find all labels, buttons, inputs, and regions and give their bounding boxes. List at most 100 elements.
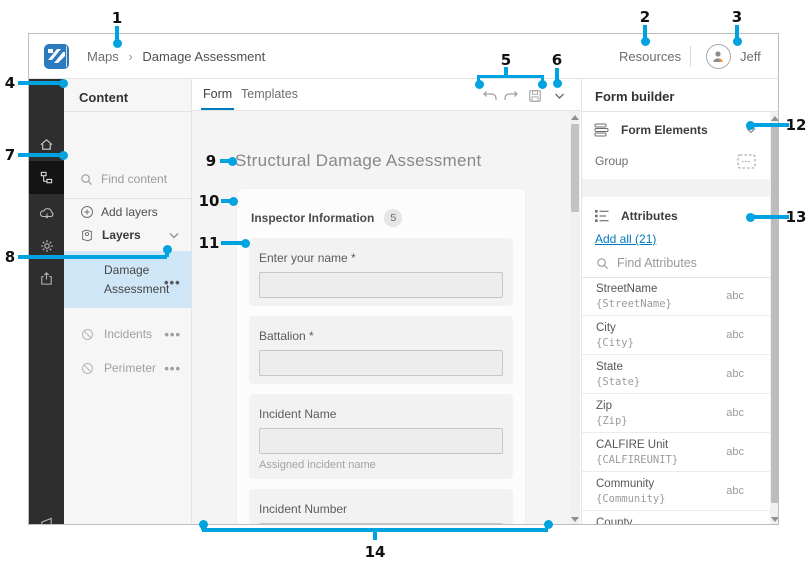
form-field-incident-name[interactable]: Incident Name Assigned incident name bbox=[249, 394, 513, 479]
form-elements-section-header[interactable]: Form Elements bbox=[582, 117, 770, 143]
find-content-placeholder: Find content bbox=[101, 172, 167, 186]
tab-templates[interactable]: Templates bbox=[241, 87, 298, 101]
group-title: Inspector Information bbox=[251, 211, 374, 225]
field-input[interactable] bbox=[259, 523, 503, 525]
callout-dot bbox=[59, 151, 68, 160]
resources-link[interactable]: Resources bbox=[619, 49, 681, 64]
layers-label: Layers bbox=[102, 228, 141, 242]
layers-section-header[interactable]: Layers bbox=[64, 221, 191, 249]
panel-scrollbar[interactable] bbox=[770, 112, 779, 525]
attribute-row[interactable]: StreetName{StreetName}abc bbox=[582, 277, 770, 316]
group-count-badge: 5 bbox=[384, 209, 402, 227]
find-attributes-search[interactable]: Find Attributes bbox=[582, 251, 770, 275]
callout-number-6: 6 bbox=[552, 51, 562, 69]
attribute-name: StreetName bbox=[596, 283, 657, 295]
scrollbar-thumb[interactable] bbox=[771, 125, 778, 503]
more-options-button[interactable] bbox=[550, 87, 568, 105]
scroll-up-arrow[interactable] bbox=[771, 116, 779, 121]
layer-row-perimeter[interactable]: Perimeter ••• bbox=[64, 355, 191, 381]
save-button[interactable] bbox=[526, 87, 544, 105]
scroll-down-arrow[interactable] bbox=[771, 517, 779, 522]
save-icon bbox=[528, 89, 542, 103]
callout-line bbox=[221, 241, 243, 245]
callout-number-13: 13 bbox=[786, 208, 807, 226]
breadcrumb-maps-link[interactable]: Maps bbox=[87, 49, 119, 64]
form-scrollbar[interactable] bbox=[570, 111, 580, 525]
app-window: Maps › Damage Assessment Resources Jeff bbox=[28, 33, 779, 525]
callout-line bbox=[752, 123, 789, 127]
layer-options-button[interactable]: ••• bbox=[164, 361, 181, 376]
attribute-row[interactable]: Zip{Zip}abc bbox=[582, 394, 770, 433]
layer-options-button[interactable]: ••• bbox=[164, 275, 181, 290]
attribute-row[interactable]: State{State}abc bbox=[582, 355, 770, 394]
megaphone-icon bbox=[39, 516, 54, 525]
field-label: Incident Name bbox=[259, 407, 503, 421]
callout-dot bbox=[733, 37, 742, 46]
attributes-section-header[interactable]: Attributes bbox=[582, 203, 770, 229]
add-layers-label: Add layers bbox=[101, 205, 158, 219]
attributes-icon bbox=[594, 209, 610, 223]
undo-button[interactable] bbox=[481, 87, 499, 105]
find-content-search[interactable]: Find content bbox=[64, 165, 191, 193]
prohibit-icon bbox=[81, 328, 94, 341]
app-rail: » bbox=[29, 79, 64, 525]
form-field-incident-number[interactable]: Incident Number Assigned incident number bbox=[249, 489, 513, 525]
attribute-row[interactable]: County{County}abc bbox=[582, 511, 770, 525]
field-input[interactable] bbox=[259, 350, 503, 376]
divider bbox=[64, 111, 191, 112]
field-input[interactable] bbox=[259, 428, 503, 454]
attribute-row[interactable]: City{City}abc bbox=[582, 316, 770, 355]
attribute-tag: {Community} bbox=[596, 493, 666, 505]
offline-nav-button[interactable] bbox=[29, 196, 64, 229]
scrollbar-thumb[interactable] bbox=[571, 124, 579, 212]
callout-number-12: 12 bbox=[786, 116, 807, 134]
plus-circle-icon bbox=[80, 205, 94, 219]
redo-button[interactable] bbox=[502, 87, 520, 105]
feedback-button[interactable] bbox=[29, 507, 64, 525]
callout-dot bbox=[538, 80, 547, 89]
callout-number-14: 14 bbox=[365, 543, 386, 561]
attribute-row[interactable]: Community{Community}abc bbox=[582, 472, 770, 511]
breadcrumb-separator: › bbox=[128, 49, 132, 64]
callout-number-8: 8 bbox=[5, 248, 15, 266]
callout-line bbox=[18, 81, 61, 85]
search-icon bbox=[596, 257, 609, 270]
field-helper-text: Assigned incident name bbox=[259, 459, 503, 471]
callout-dot bbox=[544, 520, 553, 529]
callout-dot bbox=[241, 239, 250, 248]
breadcrumb: Maps › Damage Assessment bbox=[87, 49, 265, 64]
form-field-enter-your-name[interactable]: Enter your name * bbox=[249, 238, 513, 306]
person-icon bbox=[711, 49, 726, 64]
attribute-type-badge: abc bbox=[726, 407, 744, 419]
callout-line bbox=[373, 531, 377, 540]
callout-dot bbox=[746, 121, 755, 130]
scroll-down-arrow[interactable] bbox=[571, 517, 579, 522]
add-all-link[interactable]: Add all (21) bbox=[595, 232, 656, 246]
user-avatar[interactable] bbox=[706, 44, 731, 69]
field-input[interactable] bbox=[259, 272, 503, 298]
form-field-battalion[interactable]: Battalion * bbox=[249, 316, 513, 384]
tab-form[interactable]: Form bbox=[203, 87, 232, 101]
section-gap bbox=[582, 179, 770, 197]
callout-line bbox=[18, 153, 61, 157]
attribute-row[interactable]: CALFIRE Unit{CALFIREUNIT}abc bbox=[582, 433, 770, 472]
scroll-up-arrow[interactable] bbox=[571, 115, 579, 120]
share-nav-button[interactable] bbox=[29, 262, 64, 295]
group-element-item[interactable]: Group bbox=[582, 149, 770, 173]
form-preview-title: Structural Damage Assessment bbox=[235, 151, 482, 171]
form-tab-bar: Form Templates bbox=[192, 79, 582, 111]
breadcrumb-current: Damage Assessment bbox=[142, 49, 265, 64]
chevron-down-icon bbox=[169, 232, 179, 239]
layer-row-damage-assessment[interactable]: Damage Assessment ••• bbox=[64, 251, 191, 308]
callout-number-4: 4 bbox=[5, 74, 15, 92]
callout-dot bbox=[475, 80, 484, 89]
layer-row-incidents[interactable]: Incidents ••• bbox=[64, 321, 191, 347]
form-group-card[interactable]: Inspector Information 5 Enter your name … bbox=[237, 189, 525, 525]
content-nav-button-selected[interactable] bbox=[29, 161, 64, 194]
layer-options-button[interactable]: ••• bbox=[164, 327, 181, 342]
form-canvas-area: Form Templates bbox=[191, 79, 581, 525]
attribute-tag: {Zip} bbox=[596, 415, 628, 427]
field-label: Battalion * bbox=[259, 329, 503, 343]
attribute-tag: {CALFIREUNIT} bbox=[596, 454, 678, 466]
divider bbox=[582, 111, 779, 112]
